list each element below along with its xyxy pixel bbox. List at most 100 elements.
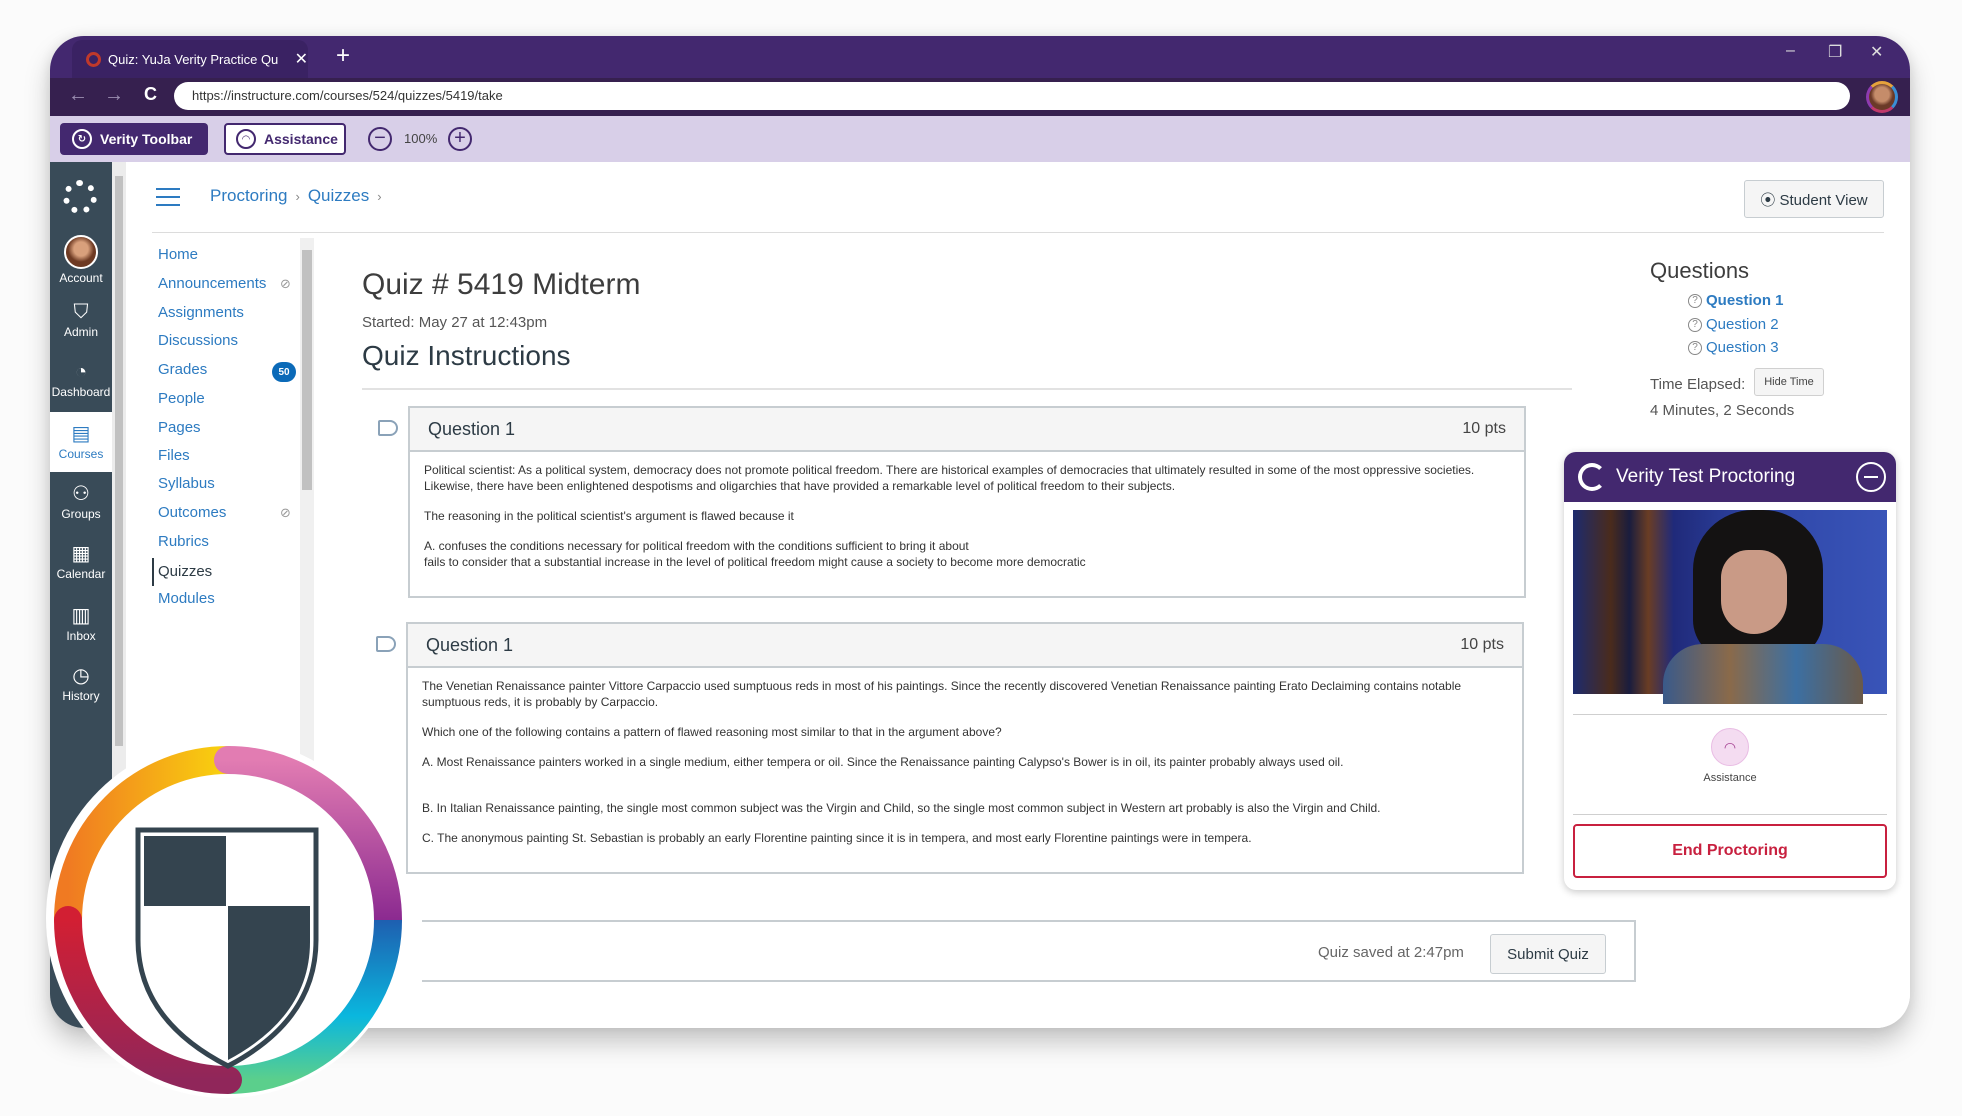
course-nav-files[interactable]: Files xyxy=(158,447,190,464)
global-nav-label: Dashboard xyxy=(51,385,111,399)
course-nav-syllabus[interactable]: Syllabus xyxy=(158,475,215,492)
answer-option[interactable]: C. The anonymous painting St. Sebastian … xyxy=(422,830,1508,846)
scrollbar-thumb[interactable] xyxy=(302,250,312,490)
global-nav-label: Account xyxy=(59,271,103,285)
canvas-logo-icon[interactable] xyxy=(63,180,97,214)
zoom-in-icon[interactable]: + xyxy=(448,127,472,151)
assistance-button[interactable]: ◠ Assistance xyxy=(224,123,346,155)
minimize-panel-icon[interactable] xyxy=(1856,462,1886,492)
course-nav-assignments[interactable]: Assignments xyxy=(158,304,244,321)
global-nav-label: History xyxy=(62,689,100,703)
end-proctoring-button[interactable]: End Proctoring xyxy=(1573,824,1887,878)
question-nav-link[interactable]: ? Question 1 xyxy=(1688,292,1784,309)
book-icon: ▤ xyxy=(71,423,91,445)
course-nav-pages[interactable]: Pages xyxy=(158,419,201,436)
verity-toolbar-button[interactable]: ↻ Verity Toolbar xyxy=(60,123,208,155)
clock-icon: ◷ xyxy=(72,665,90,687)
course-nav-quizzes[interactable]: Quizzes xyxy=(152,558,212,586)
inbox-icon: ▥ xyxy=(71,605,91,627)
forward-arrow-icon[interactable]: → xyxy=(104,84,124,107)
flag-question-icon[interactable] xyxy=(376,636,396,652)
answer-option[interactable]: A. Most Renaissance painters worked in a… xyxy=(422,754,1508,770)
global-nav-inbox[interactable]: ▥ Inbox xyxy=(50,594,112,654)
question-text: The reasoning in the political scientist… xyxy=(424,509,794,523)
breadcrumb-quizzes[interactable]: Quizzes xyxy=(308,186,369,208)
global-nav-courses[interactable]: ▤ Courses xyxy=(50,412,112,472)
course-nav-modules[interactable]: Modules xyxy=(158,590,215,607)
course-nav-rubrics[interactable]: Rubrics xyxy=(158,533,209,550)
browser-tab-quiz[interactable]: Quiz: YuJa Verity Practice Qu ✕ xyxy=(72,40,308,78)
breadcrumb-proctoring[interactable]: Proctoring xyxy=(210,186,287,208)
submit-quiz-button[interactable]: Submit Quiz xyxy=(1490,934,1606,974)
global-nav-label: Courses xyxy=(58,447,104,461)
scrollbar-thumb[interactable] xyxy=(115,176,123,746)
answer-option[interactable]: A. confuses the conditions necessary for… xyxy=(424,538,1510,554)
time-elapsed-value: 4 Minutes, 2 Seconds xyxy=(1650,402,1795,419)
webcam-feed xyxy=(1573,510,1887,704)
reload-icon[interactable]: C xyxy=(144,84,157,105)
restore-icon[interactable]: ❐ xyxy=(1828,42,1842,62)
course-nav-discussions[interactable]: Discussions xyxy=(158,332,238,349)
questions-heading: Questions xyxy=(1650,258,1750,283)
quiz-title: Quiz # 5419 Midterm xyxy=(362,268,641,301)
minimize-icon[interactable]: – xyxy=(1786,42,1795,60)
assistance-label: Assistance xyxy=(1703,772,1757,784)
tab-strip: Quiz: YuJa Verity Practice Qu ✕ + – ❐ ✕ xyxy=(50,36,1910,78)
course-nav-home[interactable]: Home xyxy=(158,246,198,263)
hamburger-menu-icon[interactable] xyxy=(156,188,180,206)
global-nav-account[interactable]: Account xyxy=(50,230,112,290)
proctoring-panel: Verity Test Proctoring ◠ Assistance End … xyxy=(1564,452,1896,890)
flag-question-icon[interactable] xyxy=(378,420,398,436)
global-nav-dashboard[interactable]: ◔ Dashboard xyxy=(50,350,112,410)
verity-toolbar-label: Verity Toolbar xyxy=(100,131,193,147)
window-close-icon[interactable]: ✕ xyxy=(1870,42,1883,62)
question-points: 10 pts xyxy=(1460,636,1504,653)
answer-option[interactable]: fails to consider that a substantial inc… xyxy=(424,554,1510,570)
course-nav-announcements[interactable]: Announcements xyxy=(158,275,266,292)
profile-avatar[interactable] xyxy=(1866,81,1898,113)
avatar xyxy=(64,235,98,269)
student-view-button[interactable]: ⦿ Student View xyxy=(1744,180,1884,218)
global-nav-label: Groups xyxy=(61,507,101,521)
question-title: Question 1 xyxy=(428,418,516,439)
verity-logo-icon: ↻ xyxy=(72,129,92,149)
global-nav-admin[interactable]: ⛉ Admin xyxy=(50,290,112,350)
course-nav-people[interactable]: People xyxy=(158,390,205,407)
breadcrumb-separator: › xyxy=(377,189,382,204)
question-nav-label: Question 1 xyxy=(1706,292,1784,309)
url-field[interactable]: https://instructure.com/courses/524/quiz… xyxy=(174,82,1850,110)
back-arrow-icon[interactable]: ← xyxy=(68,84,88,107)
global-nav-calendar[interactable]: ▦ Calendar xyxy=(50,532,112,592)
zoom-out-icon[interactable]: − xyxy=(368,127,392,151)
course-nav-outcomes[interactable]: Outcomes xyxy=(158,504,226,521)
new-tab-button[interactable]: + xyxy=(336,42,350,70)
proctoring-assistance-button[interactable]: ◠ Assistance xyxy=(1564,728,1896,784)
address-bar: ← → C https://instructure.com/courses/52… xyxy=(50,78,1910,116)
grades-count-badge: 50 xyxy=(272,362,296,382)
favicon-icon xyxy=(86,51,101,67)
groups-icon: ⚇ xyxy=(72,483,90,505)
question-body: Political scientist: As a political syst… xyxy=(410,452,1524,594)
question-help-icon: ? xyxy=(1688,340,1702,355)
question-title: Question 1 xyxy=(426,634,514,655)
calendar-icon: ▦ xyxy=(71,543,91,565)
question-text: The Venetian Renaissance painter Vittore… xyxy=(422,679,1462,709)
verity-logo-icon xyxy=(1578,463,1606,491)
zoom-level: 100% xyxy=(404,131,438,146)
hide-time-button[interactable]: Hide Time xyxy=(1754,368,1824,396)
question-card: Question 1 10 pts Political scientist: A… xyxy=(408,406,1526,598)
global-nav-label: Calendar xyxy=(56,567,106,581)
headset-icon: ◠ xyxy=(236,129,256,149)
close-tab-icon[interactable]: ✕ xyxy=(295,49,308,69)
breadcrumb-separator: › xyxy=(295,189,300,204)
headset-icon: ◠ xyxy=(1711,728,1749,766)
question-card: Question 1 10 pts The Venetian Renaissan… xyxy=(406,622,1524,874)
dashboard-icon: ◔ xyxy=(74,361,88,383)
global-nav-groups[interactable]: ⚇ Groups xyxy=(50,472,112,532)
course-nav-grades[interactable]: Grades xyxy=(158,361,207,378)
answer-option[interactable]: B. In Italian Renaissance painting, the … xyxy=(422,800,1508,816)
time-elapsed-label: Time Elapsed: xyxy=(1650,376,1746,393)
question-nav-link[interactable]: ? Question 3 xyxy=(1688,339,1779,356)
global-nav-history[interactable]: ◷ History xyxy=(50,654,112,714)
question-nav-link[interactable]: ? Question 2 xyxy=(1688,316,1779,333)
